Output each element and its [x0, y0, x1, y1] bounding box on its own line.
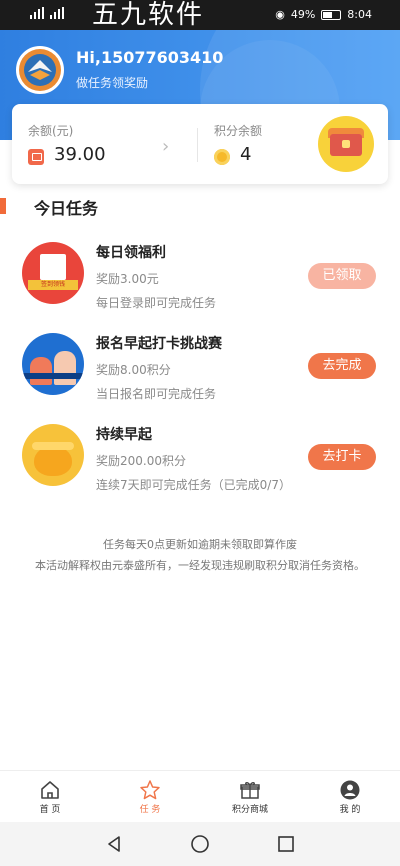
balance-cell[interactable]: 余额(元) 39.00 ›: [12, 104, 197, 184]
star-icon: [140, 780, 160, 800]
task-title: 每日领福利: [96, 245, 166, 261]
avatar[interactable]: [16, 46, 64, 94]
go-complete-button[interactable]: 去完成: [308, 353, 376, 379]
nav-profile[interactable]: 我 的: [300, 771, 400, 823]
battery-icon: [321, 9, 342, 20]
logo-icon: [19, 49, 61, 91]
bottom-nav: 首 页 任 务 积分商城 我 的: [0, 770, 400, 822]
user-icon: [340, 780, 360, 800]
task-desc: 当日报名即可完成任务: [96, 387, 217, 401]
nav-label: 我 的: [339, 805, 361, 815]
nav-tasks[interactable]: 任 务: [100, 771, 200, 823]
daily-bonus-icon: 签到领钱: [22, 242, 84, 304]
status-bar: 五九软件 ◉ 49% 8:04: [0, 0, 400, 30]
task-title: 报名早起打卡挑战赛: [96, 336, 222, 352]
balance-value: 39.00: [54, 144, 106, 165]
home-circle-icon[interactable]: [190, 834, 210, 854]
back-icon[interactable]: [104, 834, 124, 854]
status-right: ◉ 49% 8:04: [275, 8, 372, 21]
section-marker: [0, 198, 6, 214]
nav-label: 任 务: [139, 805, 161, 815]
home-icon: [41, 781, 59, 799]
recents-icon[interactable]: [276, 834, 296, 854]
nav-home[interactable]: 首 页: [0, 771, 100, 823]
task-item: 持续早起 奖励200.00积分 连续7天即可完成任务（已完成0/7） 去打卡: [0, 424, 400, 514]
section-title: 今日任务: [34, 199, 99, 218]
task-item: 签到领钱 每日领福利 奖励3.00元 每日登录即可完成任务 已领取: [0, 242, 400, 332]
task-desc: 每日登录即可完成任务: [96, 296, 217, 310]
signal-icon: [50, 7, 64, 19]
wallet-icon: [28, 149, 44, 165]
note-line: 本活动解释权由元泰盛所有，一经发现违规刷取积分取消任务资格。: [35, 559, 365, 572]
early-rise-challenge-icon: [22, 333, 84, 395]
task-title: 持续早起: [96, 427, 152, 443]
task-reward: 奖励3.00元: [96, 272, 159, 286]
eye-icon: ◉: [275, 8, 285, 21]
nav-label: 首 页: [39, 805, 61, 815]
nav-label: 积分商城: [231, 805, 268, 815]
balance-card: 余额(元) 39.00 › 积分余额 4: [12, 104, 388, 184]
gift-icon: [240, 782, 260, 799]
battery-percent: 49%: [290, 8, 316, 21]
gold-pot-icon: [22, 424, 84, 486]
daily-bonus-ribbon-text: 签到领钱: [40, 281, 65, 288]
claimed-button[interactable]: 已领取: [308, 263, 376, 289]
points-label: 积分余额: [214, 124, 263, 138]
signal-icon: [30, 7, 44, 19]
task-item: 报名早起打卡挑战赛 奖励8.00积分 当日报名即可完成任务 去完成: [0, 333, 400, 423]
task-reward: 奖励8.00积分: [96, 363, 171, 377]
signal-indicators: [30, 7, 64, 19]
check-in-button[interactable]: 去打卡: [308, 444, 376, 470]
balance-label: 余额(元): [28, 124, 74, 138]
coin-icon: [214, 149, 230, 165]
task-desc: 连续7天即可完成任务（已完成0/7）: [96, 478, 291, 492]
task-reward: 奖励200.00积分: [96, 454, 186, 468]
note-line: 任务每天0点更新如逾期未领取即算作废: [103, 538, 297, 551]
points-value: 4: [240, 144, 252, 165]
header-subtitle: 做任务领奖励: [76, 76, 149, 90]
chevron-right-icon: ›: [162, 136, 170, 157]
system-nav: [0, 822, 400, 866]
nav-points-mall[interactable]: 积分商城: [200, 771, 300, 823]
rules-notes: 任务每天0点更新如逾期未领取即算作废 本活动解释权由元泰盛所有，一经发现违规刷取…: [0, 534, 400, 576]
greeting: Hi,15077603410: [76, 48, 224, 67]
clock: 8:04: [347, 8, 372, 21]
treasure-chest-icon[interactable]: [318, 116, 374, 172]
watermark: 五九软件: [92, 0, 205, 30]
